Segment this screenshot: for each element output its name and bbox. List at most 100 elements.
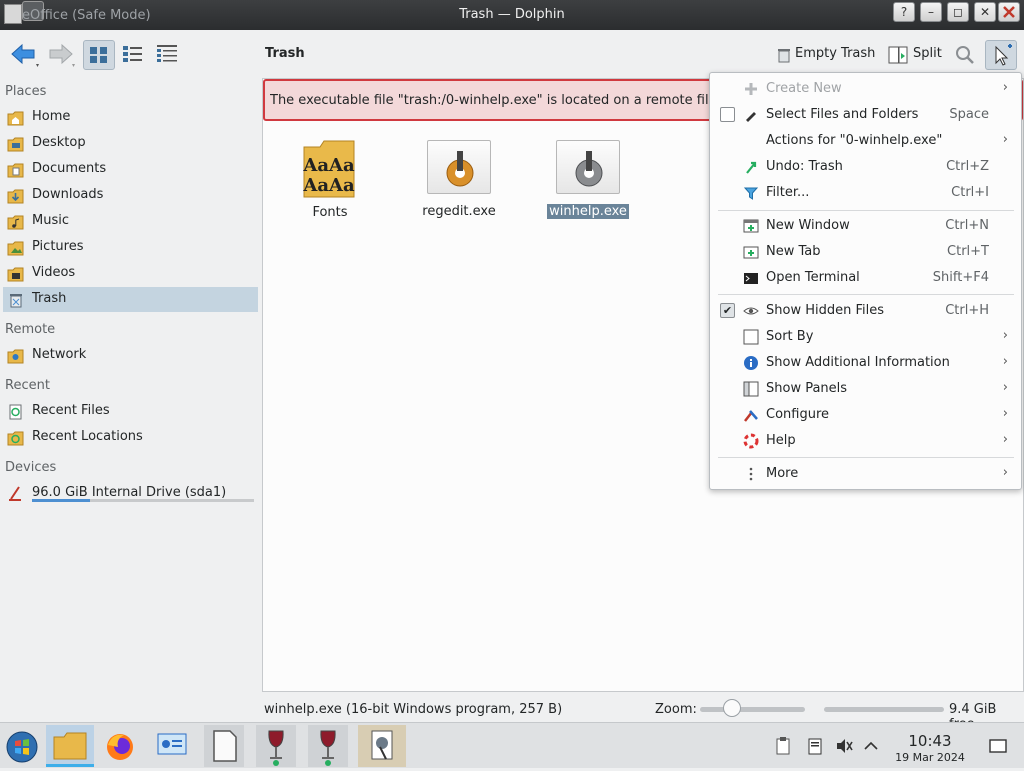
file-label: regedit.exe xyxy=(422,204,496,219)
split-view-icon xyxy=(888,46,908,64)
taskbar-document-viewer[interactable] xyxy=(204,725,244,767)
menu-item-filter[interactable]: Filter... Ctrl+I xyxy=(710,180,1021,206)
back-button[interactable] xyxy=(8,40,40,70)
menu-item-undo-trash[interactable]: Undo: Trash Ctrl+Z xyxy=(710,154,1021,180)
maximize-button[interactable]: ◻ xyxy=(947,2,969,22)
details-view-button[interactable] xyxy=(152,40,182,70)
sidebar-item-label: Pictures xyxy=(32,239,84,254)
menu-item-show-additional-info[interactable]: Show Additional Information › xyxy=(710,350,1021,376)
zoom-label: Zoom: xyxy=(655,702,697,717)
file-label: Fonts xyxy=(312,205,348,220)
control-menu-button[interactable] xyxy=(985,40,1017,70)
compact-view-button[interactable] xyxy=(118,40,148,70)
taskbar-firefox[interactable] xyxy=(100,725,140,767)
help-button[interactable]: ? xyxy=(893,2,915,22)
search-button[interactable] xyxy=(953,40,979,70)
details-view-icon xyxy=(157,45,177,62)
zoom-slider-handle[interactable] xyxy=(723,699,741,717)
menu-item-shortcut: Ctrl+T xyxy=(947,244,989,259)
documents-folder-icon xyxy=(7,163,24,178)
desktop-folder-icon xyxy=(7,137,24,152)
sidebar-item-label: Trash xyxy=(32,291,67,306)
menu-item-show-hidden-files[interactable]: ✔ Show Hidden Files Ctrl+H xyxy=(710,298,1021,324)
sidebar-item-downloads[interactable]: Downloads xyxy=(3,183,258,208)
sidebar-item-label: Network xyxy=(32,347,87,362)
close-all-button[interactable] xyxy=(998,2,1020,22)
close-button[interactable]: ✕ xyxy=(974,2,996,22)
volume-muted-icon[interactable] xyxy=(834,736,854,756)
sidebar-item-label: Desktop xyxy=(32,135,86,150)
menu-item-actions[interactable]: Actions for "0-winhelp.exe" › xyxy=(710,128,1021,154)
menu-item-open-terminal[interactable]: Open Terminal Shift+F4 xyxy=(710,265,1021,291)
remote-heading: Remote xyxy=(5,322,56,337)
application-launcher[interactable] xyxy=(2,725,42,767)
select-files-checkbox[interactable] xyxy=(720,107,735,122)
show-desktop-icon[interactable] xyxy=(988,737,1008,755)
taskbar-wine-1[interactable] xyxy=(256,725,296,767)
taskbar-winhelp[interactable] xyxy=(358,725,406,767)
recent-files-icon xyxy=(9,404,22,420)
undo-arrow-icon xyxy=(746,161,757,174)
menu-item-configure[interactable]: Configure › xyxy=(710,402,1021,428)
file-item-fonts[interactable]: AaAa AaAa Fonts xyxy=(285,137,375,220)
menu-item-new-tab[interactable]: New Tab Ctrl+T xyxy=(710,239,1021,265)
menu-item-label: Show Hidden Files xyxy=(766,303,884,318)
terminal-icon xyxy=(744,273,758,284)
submenu-arrow-icon: › xyxy=(1002,465,1008,480)
help-lifebuoy-icon xyxy=(743,433,759,449)
sidebar-item-internal-drive[interactable]: 96.0 GiB Internal Drive (sda1) xyxy=(3,481,258,506)
sidebar-item-trash[interactable]: Trash xyxy=(3,287,258,312)
empty-trash-button[interactable]: Empty Trash xyxy=(773,40,877,70)
minimize-button[interactable]: – xyxy=(920,2,942,22)
configure-tools-icon xyxy=(744,410,758,422)
forward-button[interactable] xyxy=(44,40,76,70)
menu-item-help[interactable]: Help › xyxy=(710,428,1021,454)
pictures-folder-icon xyxy=(7,241,24,256)
executable-icon xyxy=(427,140,491,194)
file-item-winhelp[interactable]: winhelp.exe xyxy=(543,137,633,219)
sidebar-item-pictures[interactable]: Pictures xyxy=(3,235,258,260)
menu-item-label: Select Files and Folders xyxy=(766,107,919,122)
sort-icon xyxy=(743,329,759,345)
launcher-orb-icon xyxy=(6,731,38,763)
taskbar-wine-2[interactable] xyxy=(308,725,348,767)
sidebar-item-home[interactable]: Home xyxy=(3,105,258,130)
sidebar-item-music[interactable]: Music xyxy=(3,209,258,234)
home-folder-icon xyxy=(7,111,24,126)
sidebar-item-network[interactable]: Network xyxy=(3,343,258,368)
sidebar-item-desktop[interactable]: Desktop xyxy=(3,131,258,156)
svg-text:AaAa: AaAa xyxy=(302,175,355,196)
sidebar-item-recent-locations[interactable]: Recent Locations xyxy=(3,425,258,450)
drive-usage-fill xyxy=(32,499,90,502)
menu-item-show-panels[interactable]: Show Panels › xyxy=(710,376,1021,402)
location-title: Trash xyxy=(265,46,305,61)
taskbar-system-settings[interactable] xyxy=(152,725,192,767)
sidebar-item-label: Downloads xyxy=(32,187,104,202)
menu-item-new-window[interactable]: New Window Ctrl+N xyxy=(710,213,1021,239)
icons-view-button[interactable] xyxy=(83,40,115,70)
places-heading: Places xyxy=(5,84,47,99)
zoom-slider-track[interactable] xyxy=(700,707,805,712)
file-item-regedit[interactable]: regedit.exe xyxy=(414,137,504,219)
split-button[interactable]: Split xyxy=(885,40,945,70)
show-hidden-checkbox[interactable]: ✔ xyxy=(720,303,735,318)
clipboard-tray-icon[interactable] xyxy=(774,736,792,756)
sidebar-item-recent-files[interactable]: Recent Files xyxy=(3,399,258,424)
sidebar-item-label: Videos xyxy=(32,265,76,280)
digital-clock[interactable]: 10:43 19 Mar 2024 xyxy=(892,732,968,764)
taskbar: 10:43 19 Mar 2024 xyxy=(0,722,1024,768)
menu-item-select-files[interactable]: Select Files and Folders Space xyxy=(710,102,1021,128)
chevron-up-icon[interactable] xyxy=(862,737,880,755)
panels-icon xyxy=(743,381,759,397)
device-notifier-icon[interactable] xyxy=(806,736,824,756)
menu-item-more[interactable]: More › xyxy=(710,461,1021,487)
menu-item-sort-by[interactable]: Sort By › xyxy=(710,324,1021,350)
sidebar-item-documents[interactable]: Documents xyxy=(3,157,258,182)
executable-icon xyxy=(556,140,620,194)
fonts-folder-icon: AaAa AaAa xyxy=(302,140,355,198)
taskbar-dolphin[interactable] xyxy=(46,725,94,767)
menu-item-create-new[interactable]: Create New › xyxy=(710,76,1021,102)
menu-item-label: Create New xyxy=(766,81,842,96)
sidebar-item-videos[interactable]: Videos xyxy=(3,261,258,286)
menu-item-shortcut: Ctrl+H xyxy=(945,303,989,318)
